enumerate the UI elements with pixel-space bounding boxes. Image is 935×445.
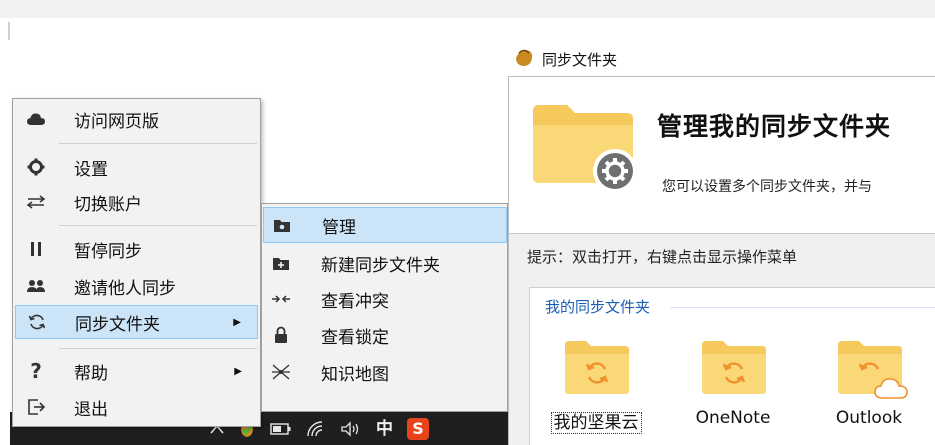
pause-icon	[25, 238, 47, 260]
folder-name: OneNote	[695, 408, 771, 428]
ime-indicator[interactable]: 中	[376, 419, 393, 439]
mindmap-icon	[271, 362, 291, 382]
menu-item-pause-sync[interactable]: 暂停同步	[15, 232, 258, 266]
sync-folders-submenu: 管理 新建同步文件夹 查看冲突 查看锁定 知识地图	[261, 203, 508, 412]
submenu-item-manage[interactable]: 管理	[263, 207, 507, 243]
window-edge	[8, 22, 10, 40]
submenu-item-locks[interactable]: 查看锁定	[263, 317, 507, 353]
sync-folder-icon	[701, 340, 767, 400]
cloud-folder-icon	[837, 340, 909, 404]
sync-folder-icon	[564, 340, 630, 400]
folder-gear-icon	[531, 103, 637, 199]
group-label: 我的同步文件夹	[545, 296, 657, 317]
submenu-item-label: 查看冲突	[321, 291, 389, 312]
submenu-item-label: 查看锁定	[321, 327, 389, 348]
menu-separator	[59, 143, 257, 144]
question-icon: ?	[30, 359, 42, 383]
group-divider	[670, 307, 935, 308]
header-description: 您可以设置多个同步文件夹，并与	[662, 179, 872, 195]
sync-window-body: 提示：双击打开，右键点击显示操作菜单 我的同步文件夹 我的坚果云 OneNote…	[508, 233, 935, 445]
sync-window-titlebar[interactable]: 同步文件夹	[508, 40, 935, 76]
menu-separator	[59, 225, 257, 226]
menu-item-label: 访问网页版	[74, 111, 159, 132]
cloud-icon	[25, 108, 47, 130]
header-title: 管理我的同步文件夹	[657, 112, 892, 141]
folder-name: 我的坚果云	[536, 408, 656, 434]
menu-item-exit[interactable]: 退出	[15, 390, 258, 424]
sync-folder-group: 我的同步文件夹 我的坚果云 OneNote Outlook	[529, 287, 935, 445]
sync-folder-item[interactable]: OneNote	[673, 340, 793, 445]
wifi-icon[interactable]	[306, 420, 326, 437]
submenu-arrow-icon: ▶	[234, 365, 242, 377]
menu-separator	[59, 348, 257, 349]
menu-item-invite[interactable]: 邀请他人同步	[15, 269, 258, 303]
menu-item-switch-account[interactable]: 切换账户	[15, 185, 258, 219]
nutstore-logo-icon	[513, 48, 535, 72]
menu-item-label: 切换账户	[74, 194, 142, 215]
sogou-icon[interactable]: S	[407, 417, 429, 440]
menu-item-label: 帮助	[74, 363, 108, 384]
window-title: 同步文件夹	[542, 51, 618, 69]
submenu-item-label: 管理	[322, 217, 356, 238]
menu-item-web-version[interactable]: 访问网页版	[15, 102, 258, 136]
folder-add-icon	[271, 253, 291, 273]
menu-item-label: 暂停同步	[74, 241, 142, 262]
exit-icon	[25, 396, 47, 418]
gear-icon	[25, 156, 47, 178]
folder-manage-icon	[272, 215, 292, 235]
submenu-item-label: 知识地图	[321, 364, 389, 385]
submenu-item-label: 新建同步文件夹	[321, 255, 440, 276]
menu-item-help[interactable]: ? 帮助 ▶	[15, 354, 258, 388]
menu-item-sync-folders[interactable]: 同步文件夹 ▶	[15, 305, 258, 339]
submenu-item-new-folder[interactable]: 新建同步文件夹	[263, 245, 507, 281]
menu-item-label: 邀请他人同步	[74, 278, 176, 299]
battery-icon[interactable]	[270, 422, 292, 436]
lock-icon	[271, 325, 291, 345]
menu-item-label: 退出	[74, 399, 108, 420]
menu-item-label: 同步文件夹	[75, 314, 160, 335]
tray-context-menu: 访问网页版 设置 切换账户 暂停同步 邀请他人同步 同步文件夹 ▶ ? 帮助 ▶…	[12, 98, 261, 427]
window-top-strip	[0, 0, 935, 18]
sync-icon	[26, 311, 48, 333]
folder-name: Outlook	[835, 408, 903, 428]
conflict-icon	[271, 289, 291, 309]
users-icon	[25, 275, 47, 297]
swap-icon	[25, 191, 47, 213]
sync-folder-item[interactable]: Outlook	[809, 340, 929, 445]
submenu-arrow-icon: ▶	[233, 316, 241, 328]
submenu-item-conflicts[interactable]: 查看冲突	[263, 281, 507, 317]
submenu-item-knowledge-map[interactable]: 知识地图	[263, 354, 507, 390]
sync-folder-item[interactable]: 我的坚果云	[536, 340, 656, 445]
menu-item-settings[interactable]: 设置	[15, 150, 258, 184]
volume-icon[interactable]	[340, 420, 362, 437]
menu-item-label: 设置	[74, 159, 108, 180]
hint-text: 提示：双击打开，右键点击显示操作菜单	[527, 248, 798, 266]
sync-window-header: 管理我的同步文件夹 您可以设置多个同步文件夹，并与	[508, 76, 935, 233]
